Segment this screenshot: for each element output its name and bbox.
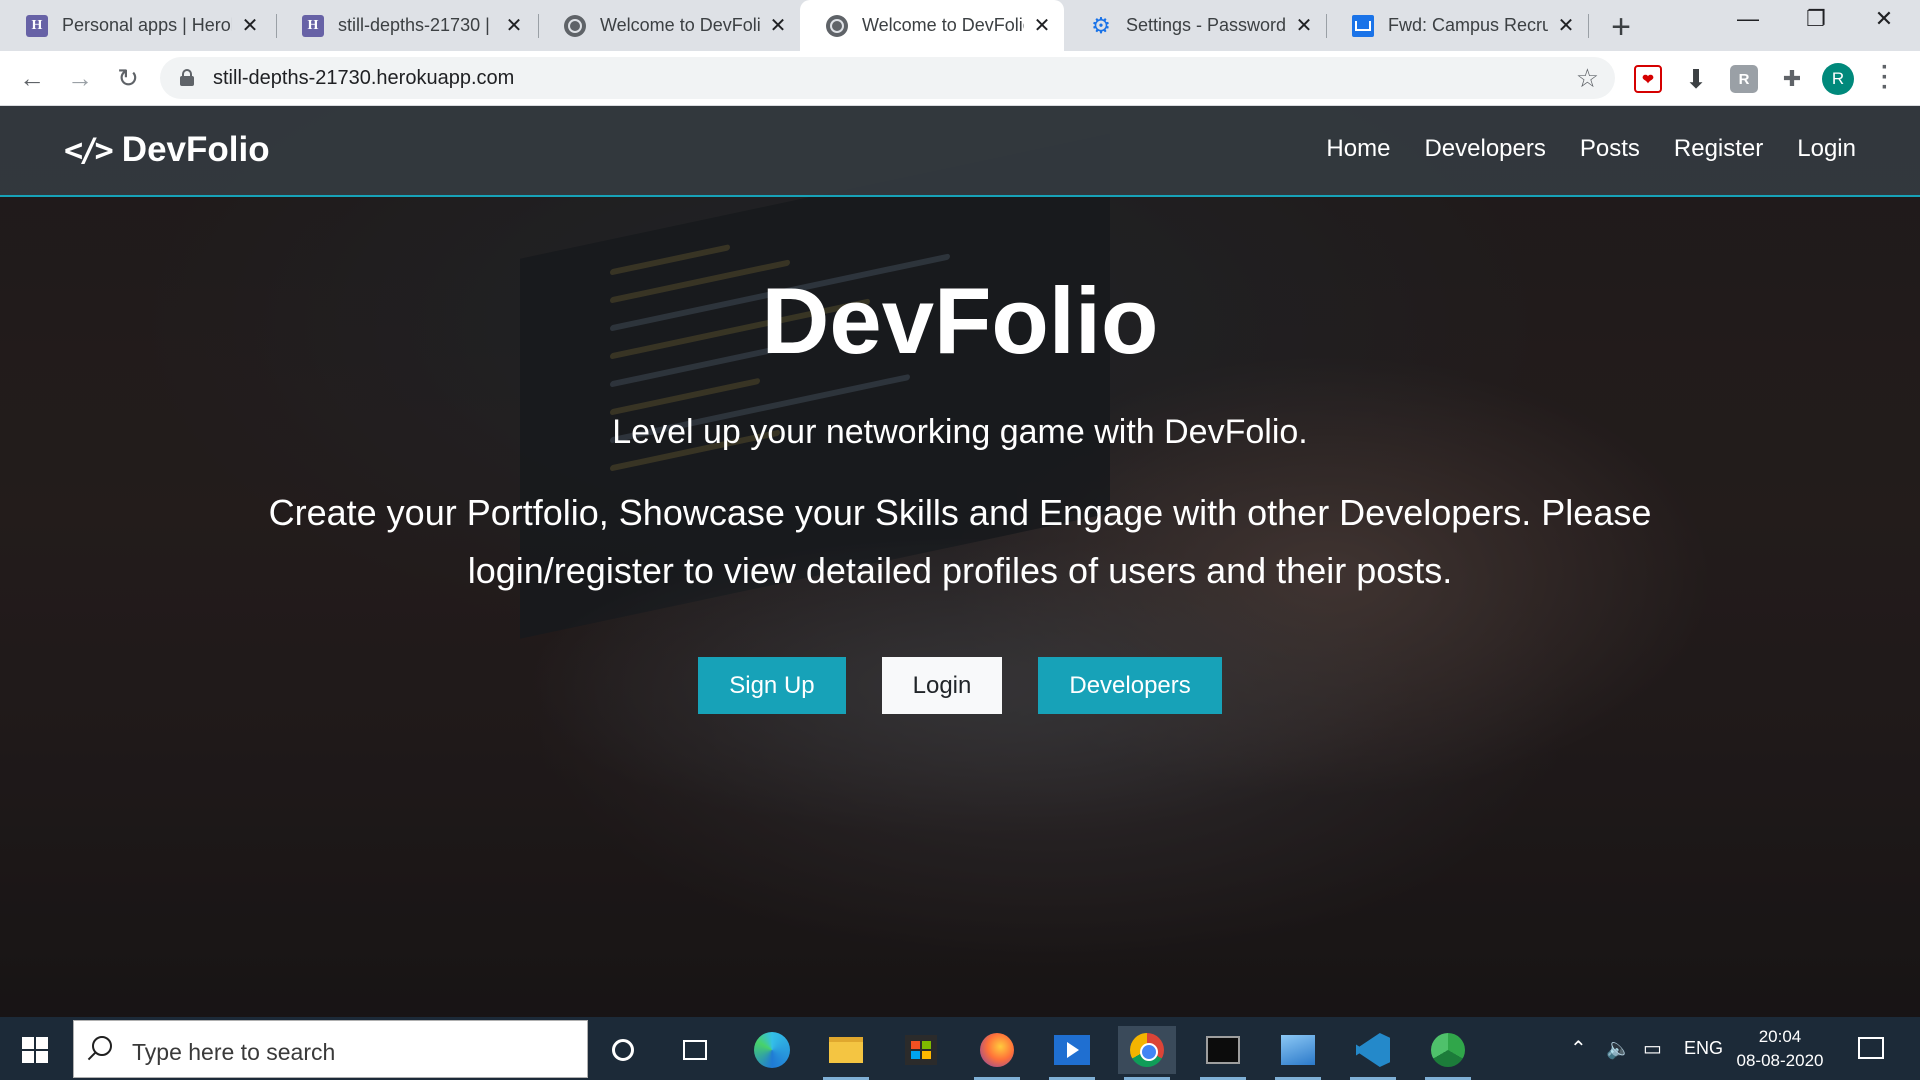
heroku-icon: H xyxy=(26,14,48,37)
video-editor-icon[interactable] xyxy=(1043,1026,1101,1080)
developers-button[interactable]: Developers xyxy=(1038,657,1222,714)
brand-name: DevFolio xyxy=(121,130,270,169)
tab-title: Personal apps | Heroku xyxy=(62,15,232,35)
reload-icon[interactable]: ↻ xyxy=(110,60,146,96)
nav-register-link[interactable]: Register xyxy=(1674,135,1763,163)
cortana-icon[interactable] xyxy=(594,1026,652,1074)
tab-devfolio-active[interactable]: Welcome to DevFolio ✕ xyxy=(800,0,1064,51)
nav-login-link[interactable]: Login xyxy=(1797,135,1856,163)
tab-title: still-depths-21730 | Heroku xyxy=(338,15,496,35)
browser-tab-strip: H Personal apps | Heroku ✕ H still-depth… xyxy=(0,0,1920,51)
tab-title: Welcome to DevFolio xyxy=(862,15,1024,35)
tab-close-icon[interactable]: ✕ xyxy=(1556,13,1576,38)
task-view-icon[interactable] xyxy=(666,1026,724,1074)
bookmark-star-icon[interactable]: ☆ xyxy=(1576,63,1599,94)
tab-devfolio-1[interactable]: Welcome to DevFolio ✕ xyxy=(538,0,800,51)
site-navbar: </> DevFolio Home Developers Posts Regis… xyxy=(0,106,1920,197)
hero-lead: Level up your networking game with DevFo… xyxy=(612,413,1308,451)
tab-heroku-still-depths[interactable]: H still-depths-21730 | Heroku ✕ xyxy=(276,0,536,51)
tab-title: Settings - Passwords xyxy=(1126,15,1286,35)
address-bar[interactable]: still-depths-21730.herokuapp.com ☆ xyxy=(160,57,1615,99)
download-icon[interactable]: ⬇ xyxy=(1682,64,1710,94)
url-text[interactable]: still-depths-21730.herokuapp.com xyxy=(213,67,514,90)
heroku-icon: H xyxy=(302,14,324,37)
clock-time: 20:04 xyxy=(1758,1027,1802,1046)
file-explorer-icon[interactable] xyxy=(817,1026,875,1080)
nav-home-link[interactable]: Home xyxy=(1326,135,1390,163)
tab-title: Welcome to DevFolio xyxy=(600,15,760,35)
tab-title: Fwd: Campus Recruitment xyxy=(1388,15,1548,35)
code-icon: </> xyxy=(64,131,114,169)
search-placeholder: Type here to search xyxy=(132,1039,336,1065)
chrome-profile-icon[interactable] xyxy=(1419,1026,1477,1080)
firefox-icon[interactable] xyxy=(968,1026,1026,1080)
hero-buttons: Sign Up Login Developers xyxy=(0,657,1920,714)
store-icon[interactable] xyxy=(892,1026,950,1074)
minimize-icon[interactable]: — xyxy=(1728,6,1768,32)
tab-close-icon[interactable]: ✕ xyxy=(1294,13,1314,38)
tab-close-icon[interactable]: ✕ xyxy=(504,13,524,38)
tab-separator xyxy=(1588,14,1589,38)
lock-icon xyxy=(180,69,194,86)
tab-close-icon[interactable]: ✕ xyxy=(1032,13,1052,38)
windows-start-icon[interactable] xyxy=(22,1037,48,1063)
sign-up-button[interactable]: Sign Up xyxy=(698,657,846,714)
login-button[interactable]: Login xyxy=(881,657,1003,714)
show-hidden-icons-chevron-icon[interactable]: ⌃ xyxy=(1570,1017,1587,1080)
chrome-icon[interactable] xyxy=(1118,1026,1176,1080)
mail-icon xyxy=(1352,14,1374,37)
tab-settings-passwords[interactable]: ⚙ Settings - Passwords ✕ xyxy=(1064,0,1326,51)
site-brand[interactable]: </> DevFolio xyxy=(64,130,270,170)
nav-posts-link[interactable]: Posts xyxy=(1580,135,1640,163)
extensions-puzzle-icon[interactable]: ✚ xyxy=(1778,65,1806,93)
forward-arrow-icon[interactable]: → xyxy=(62,60,98,96)
tab-campus-recruitment[interactable]: Fwd: Campus Recruitment ✕ xyxy=(1326,0,1588,51)
hero-title: DevFolio xyxy=(761,268,1159,373)
nav-links: Home Developers Posts Register Login xyxy=(1292,135,1856,163)
cmd-icon[interactable] xyxy=(1194,1026,1252,1080)
battery-icon[interactable]: ▭ xyxy=(1643,1017,1662,1080)
edge-icon[interactable] xyxy=(743,1026,801,1074)
pocket-extension-icon[interactable]: ❤ xyxy=(1634,65,1662,93)
hero-section: DevFolio Level up your networking game w… xyxy=(0,266,1920,714)
r-extension-icon[interactable]: R xyxy=(1730,65,1758,93)
clock-date: 08-08-2020 xyxy=(1736,1051,1824,1070)
notification-center-icon[interactable] xyxy=(1858,1037,1884,1059)
nav-developers-link[interactable]: Developers xyxy=(1424,135,1545,163)
window-close-icon[interactable]: ✕ xyxy=(1864,6,1904,32)
back-arrow-icon[interactable]: ← xyxy=(14,60,50,96)
browser-menu-icon[interactable]: · · · xyxy=(1875,56,1895,100)
search-icon xyxy=(92,1036,112,1056)
tab-heroku-personal-apps[interactable]: H Personal apps | Heroku ✕ xyxy=(0,0,272,51)
windows-taskbar: Type here to search ⌃ 🔈 ▭ ENG 20:04 08-0… xyxy=(0,1017,1920,1080)
globe-icon xyxy=(564,14,586,37)
tab-close-icon[interactable]: ✕ xyxy=(240,13,260,38)
devfolio-page: </> DevFolio Home Developers Posts Regis… xyxy=(0,106,1920,1017)
taskbar-clock[interactable]: 20:04 08-08-2020 xyxy=(1725,1025,1835,1073)
taskbar-search-box[interactable]: Type here to search xyxy=(73,1020,588,1078)
volume-icon[interactable]: 🔈 xyxy=(1606,1017,1631,1080)
tab-close-icon[interactable]: ✕ xyxy=(768,13,788,38)
hero-description: Create your Portfolio, Showcase your Ski… xyxy=(268,492,1652,591)
restore-icon[interactable]: ❐ xyxy=(1796,6,1836,32)
vscode-icon[interactable] xyxy=(1344,1026,1402,1080)
gear-icon: ⚙ xyxy=(1091,12,1111,38)
globe-icon xyxy=(826,14,848,37)
photos-icon[interactable] xyxy=(1269,1026,1327,1080)
browser-toolbar: ← → ↻ still-depths-21730.herokuapp.com ☆… xyxy=(0,51,1920,106)
new-tab-button[interactable]: + xyxy=(1604,8,1638,47)
language-indicator[interactable]: ENG xyxy=(1684,1017,1723,1080)
profile-avatar[interactable]: R xyxy=(1822,63,1854,95)
